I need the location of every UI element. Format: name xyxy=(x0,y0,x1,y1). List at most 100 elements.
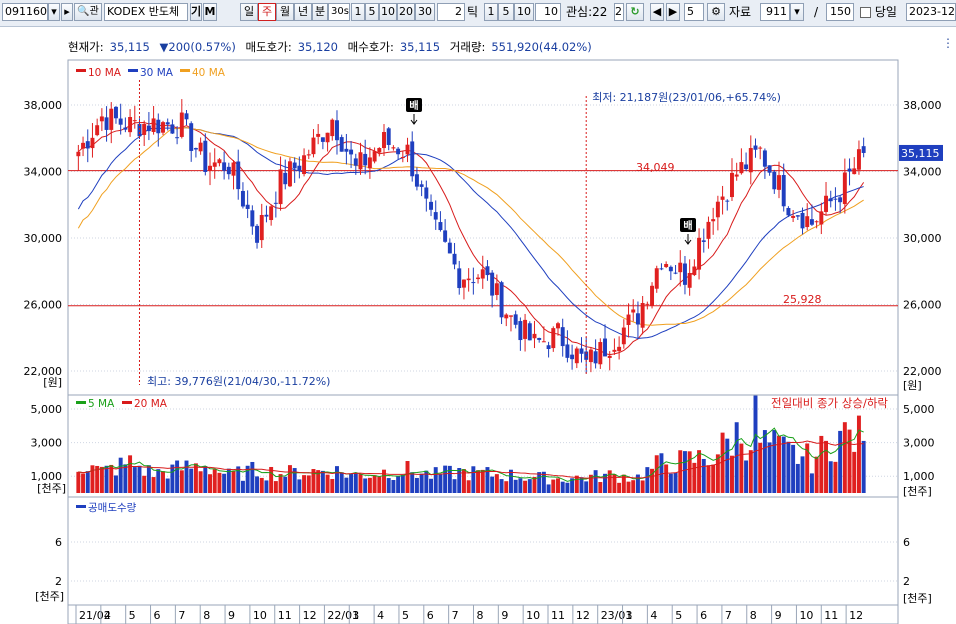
candle-body xyxy=(109,108,114,130)
volume-bar xyxy=(476,470,481,493)
candle-body xyxy=(725,200,730,202)
candle-body xyxy=(570,354,575,360)
candle-body xyxy=(414,174,419,187)
volume-bar xyxy=(664,464,669,493)
candle-body xyxy=(175,137,180,139)
bae-marker-label: 배 xyxy=(683,219,692,232)
candle-body xyxy=(128,117,133,133)
candle-body xyxy=(302,155,307,175)
candle-body xyxy=(179,112,184,137)
volume-bar xyxy=(240,480,245,493)
stock-chart[interactable]: 최저: 21,187원(23/01/06,+65.74%) 최고: 39,776원… xyxy=(0,0,956,624)
price-tick-right: 22,000 xyxy=(903,365,942,378)
candle-body xyxy=(814,221,819,223)
legend-swatch xyxy=(122,401,132,404)
candle-body xyxy=(668,266,673,272)
low-annotation: 최저: 21,187원(23/01/06,+65.74%) xyxy=(592,91,781,104)
volume-bar xyxy=(349,473,354,493)
volume-bar xyxy=(433,467,438,493)
candle-body xyxy=(396,148,401,155)
candle-body xyxy=(791,215,796,218)
candle-body xyxy=(142,123,147,135)
x-tick-label: 7 xyxy=(178,609,185,622)
volume-bar xyxy=(565,482,570,493)
volume-bar xyxy=(701,458,706,493)
down-arrow-icon xyxy=(410,114,418,125)
volume-bar xyxy=(273,481,278,493)
volume-bar xyxy=(217,472,222,493)
candle-body xyxy=(358,152,363,170)
volume-bar xyxy=(400,474,405,493)
candle-body xyxy=(132,120,137,122)
short-tick-right: 6 xyxy=(903,536,910,549)
volume-bar xyxy=(574,475,579,493)
x-tick-label: 6 xyxy=(154,609,161,622)
short-unit-right: [천주] xyxy=(903,591,932,605)
x-tick-label: 11 xyxy=(278,609,292,622)
candle-body xyxy=(518,321,523,341)
candle-body xyxy=(311,137,316,155)
volume-bar xyxy=(372,475,377,493)
candle-body xyxy=(419,184,424,187)
volume-bar xyxy=(842,422,847,493)
candle-body xyxy=(433,212,438,220)
candle-body xyxy=(673,272,678,274)
legend-swatch xyxy=(180,69,190,72)
volume-bar xyxy=(490,476,495,493)
x-tick-label: 10 xyxy=(253,609,267,622)
candle-body xyxy=(753,145,758,150)
volume-bar xyxy=(772,430,777,493)
candle-body xyxy=(123,127,128,130)
candle-body xyxy=(297,165,302,171)
volume-bar xyxy=(833,461,838,493)
volume-bar xyxy=(471,466,476,493)
candle-body xyxy=(447,242,452,254)
volume-bar xyxy=(814,456,819,493)
candle-body xyxy=(786,208,791,216)
volume-bar xyxy=(382,469,386,493)
volume-bar xyxy=(598,482,603,493)
candle-body xyxy=(805,216,810,228)
volume-bar xyxy=(222,473,227,493)
candle-body xyxy=(720,196,725,200)
candle-body xyxy=(316,133,321,137)
volume-bar xyxy=(499,479,504,493)
candle-body xyxy=(198,142,203,152)
candle-body xyxy=(730,172,734,198)
volume-bar xyxy=(287,465,292,493)
volume-bar xyxy=(452,479,457,493)
volume-bar xyxy=(320,470,325,493)
volume-bar xyxy=(396,476,401,493)
volume-bar xyxy=(255,476,260,493)
candle-body xyxy=(809,219,814,225)
candle-body xyxy=(574,348,579,364)
x-tick-label: 6 xyxy=(700,609,707,622)
volume-bar xyxy=(325,474,330,493)
candle-body xyxy=(494,283,499,295)
candle-body xyxy=(372,151,377,162)
volume-bar xyxy=(457,468,462,493)
candle-body xyxy=(748,148,753,173)
candle-body xyxy=(320,137,325,142)
candle-body xyxy=(645,303,650,305)
volume-bar xyxy=(104,465,109,493)
candle-body xyxy=(240,190,245,207)
volume-bar xyxy=(546,484,551,493)
candle-body xyxy=(537,337,542,340)
volume-bar xyxy=(744,460,749,493)
volume-tick-right: 5,000 xyxy=(903,403,935,416)
volume-bar xyxy=(668,473,673,493)
candle-body xyxy=(852,168,857,175)
volume-bar xyxy=(231,470,236,493)
candlesticks xyxy=(76,99,866,374)
volume-bar xyxy=(363,478,368,493)
candle-body xyxy=(259,214,264,241)
candle-body xyxy=(687,272,692,288)
candle-body xyxy=(480,269,485,279)
candle-body xyxy=(85,141,90,149)
candle-body xyxy=(640,303,645,328)
volume-bar xyxy=(781,436,786,493)
candle-body xyxy=(541,341,546,343)
volume-bar xyxy=(123,464,128,493)
candle-body xyxy=(612,349,617,352)
